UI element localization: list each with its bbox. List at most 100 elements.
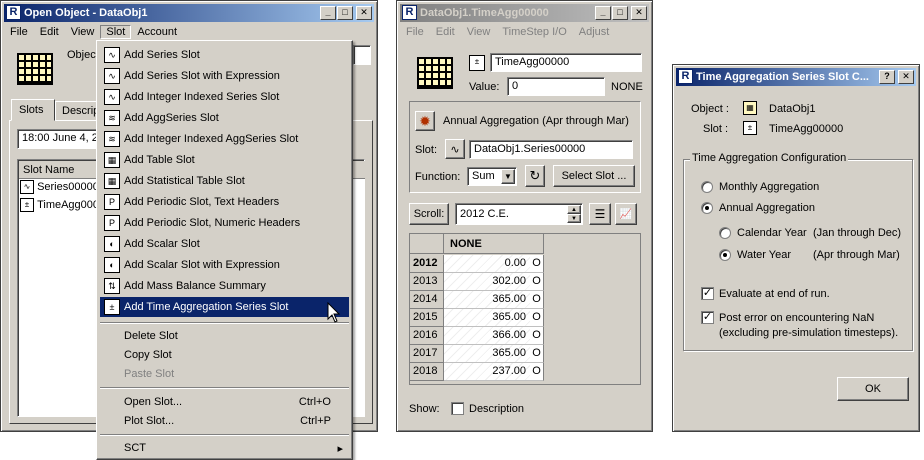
menu-item-add-periodic-slot-text-headers[interactable]: P Add Periodic Slot, Text Headers [100, 192, 349, 212]
dialog-titlebar[interactable]: R Time Aggregation Series Slot C... ? ✕ [676, 68, 916, 86]
function-select[interactable]: Sum ▼ [467, 167, 517, 186]
evaluate-end-of-run-checkbox[interactable]: ✓ [701, 287, 714, 300]
menu-item-add-integer-indexed-series-slot[interactable]: ∿ Add Integer Indexed Series Slot [100, 87, 349, 107]
value-field[interactable]: 0 [507, 77, 605, 96]
tab-description[interactable]: Descrip [55, 101, 101, 121]
menu-item-plot-slot[interactable]: Plot Slot... Ctrl+P [100, 411, 349, 431]
help-icon[interactable]: ? [879, 70, 895, 84]
menu-item-add-series-slot-with-expression[interactable]: ∿ Add Series Slot with Expression [100, 66, 349, 86]
grid-row-header[interactable]: 2012 [410, 255, 444, 273]
tab-slots[interactable]: Slots [11, 99, 55, 121]
close-icon[interactable]: ✕ [356, 6, 372, 20]
annual-aggregation-radio[interactable] [701, 202, 713, 214]
series-icon: ∿ [104, 47, 120, 63]
ok-button[interactable]: OK [837, 377, 909, 401]
list-view-button[interactable]: ☰ [589, 203, 611, 225]
maximize-icon[interactable]: □ [337, 6, 353, 20]
mouse-cursor-icon [327, 302, 341, 323]
close-icon[interactable]: ✕ [898, 70, 914, 84]
scroll-button[interactable]: Scroll: [409, 203, 449, 225]
menu-item-add-time-aggregation-series-slot[interactable]: ± Add Time Aggregation Series Slot [100, 297, 349, 317]
menu-slot[interactable]: Slot [100, 25, 132, 39]
source-slot-field[interactable]: DataObj1.Series00000 [469, 140, 633, 159]
menu-item-add-integer-indexed-aggseries-slot[interactable]: ≋ Add Integer Indexed AggSeries Slot [100, 129, 349, 149]
riverware-logo-icon: R [402, 5, 417, 20]
grid-value-cell[interactable]: 237.00 [444, 363, 530, 381]
select-slot-button[interactable]: Select Slot ... [553, 165, 635, 187]
menu-edit[interactable]: Edit [34, 26, 65, 38]
column-header-label: NONE [450, 238, 482, 250]
menu-account[interactable]: Account [131, 26, 183, 38]
slot-name-field[interactable]: TimeAgg00000 [490, 53, 642, 72]
scalar-expression-icon: ◐ [104, 257, 120, 273]
menu-edit[interactable]: Edit [430, 26, 461, 38]
source-slot-icon-button[interactable]: ∿ [445, 139, 465, 159]
function-label: Function: [415, 171, 461, 183]
calendar-year-radio[interactable] [719, 227, 731, 239]
table-icon: ▦ [104, 152, 120, 168]
minimize-icon[interactable]: _ [320, 6, 336, 20]
water-year-radio[interactable] [719, 249, 731, 261]
menu-file[interactable]: File [4, 26, 34, 38]
menu-item-add-mass-balance-summary[interactable]: ⇅ Add Mass Balance Summary [100, 276, 349, 296]
close-icon[interactable]: ✕ [631, 6, 647, 20]
grid-row-header[interactable]: 2018 [410, 363, 444, 381]
aggregation-description: Annual Aggregation (Apr through Mar) [443, 115, 629, 127]
menu-item-add-statistical-table-slot[interactable]: ▦ Add Statistical Table Slot [100, 171, 349, 191]
grid-value-cell[interactable]: 365.00 [444, 309, 530, 327]
refresh-button[interactable]: ↻ [525, 165, 545, 187]
menu-timestep-io[interactable]: TimeStep I/O [496, 26, 572, 38]
value-label: Value: [469, 81, 500, 93]
post-error-nan-checkbox[interactable]: ✓ [701, 311, 714, 324]
open-object-titlebar[interactable]: R Open Object - DataObj1 _ □ ✕ [4, 4, 374, 22]
menu-item-add-table-slot[interactable]: ▦ Add Table Slot [100, 150, 349, 170]
grid-row-header[interactable]: 2013 [410, 273, 444, 291]
grid-row-header[interactable]: 2016 [410, 327, 444, 345]
plot-view-button[interactable]: 📈 [615, 203, 637, 225]
menu-item-sct[interactable]: SCT ▸ [100, 438, 349, 458]
object-name-field[interactable] [353, 45, 371, 65]
menu-item-add-aggseries-slot[interactable]: ≋ Add AggSeries Slot [100, 108, 349, 128]
menu-item-add-series-slot[interactable]: ∿ Add Series Slot [100, 45, 349, 65]
function-value: Sum [472, 170, 495, 182]
spin-up-icon[interactable]: ▲ [567, 205, 581, 214]
grid-row-header[interactable]: 2014 [410, 291, 444, 309]
menu-adjust[interactable]: Adjust [573, 26, 616, 38]
grid-value-cell[interactable]: 365.00 [444, 345, 530, 363]
configure-gear-button[interactable]: ✹ [415, 111, 435, 131]
menu-item-delete-slot[interactable]: Delete Slot [100, 326, 349, 346]
grid-row-header[interactable]: 2017 [410, 345, 444, 363]
menu-item-add-scalar-slot[interactable]: ◐ Add Scalar Slot [100, 234, 349, 254]
grid-column-header[interactable]: NONE [444, 234, 544, 254]
scroll-date-field[interactable]: 2012 C.E. ▲ ▼ [455, 203, 583, 225]
grid-row-header[interactable]: 2015 [410, 309, 444, 327]
slot-data-grid[interactable]: NONE 2012 0.00 O 2013 302.00 O 2014 365.00 O 2015… [409, 233, 641, 385]
menu-item-label: Add Time Aggregation Series Slot [124, 301, 289, 313]
chevron-down-icon[interactable]: ▼ [501, 169, 515, 184]
menu-view[interactable]: View [65, 26, 101, 38]
menu-item-label: Paste Slot [124, 368, 175, 380]
grid-value-cell[interactable]: 366.00 [444, 327, 530, 345]
menu-item-add-scalar-slot-with-expression[interactable]: ◐ Add Scalar Slot with Expression [100, 255, 349, 275]
menu-item-label: Add Statistical Table Slot [124, 175, 245, 187]
grid-value-cell[interactable]: 365.00 [444, 291, 530, 309]
maximize-icon[interactable]: □ [612, 6, 628, 20]
menu-view[interactable]: View [461, 26, 497, 38]
calendar-year-label: Calendar Year [737, 227, 807, 239]
monthly-aggregation-radio[interactable] [701, 181, 713, 193]
tab-description-label: Descrip [62, 105, 100, 117]
menu-item-label: Add Series Slot [124, 49, 200, 61]
menu-item-add-periodic-slot-numeric-headers[interactable]: P Add Periodic Slot, Numeric Headers [100, 213, 349, 233]
description-checkbox[interactable] [451, 402, 464, 415]
value-value: 0 [512, 80, 519, 92]
slot-window-titlebar[interactable]: R DataObj1.TimeAgg00000 _ □ ✕ [400, 4, 649, 22]
menu-item-open-slot[interactable]: Open Slot... Ctrl+O [100, 392, 349, 412]
menu-file[interactable]: File [400, 26, 430, 38]
grid-value-cell[interactable]: 0.00 [444, 255, 530, 273]
spin-down-icon[interactable]: ▼ [567, 214, 581, 223]
grid-flag-cell: O [530, 345, 544, 363]
menu-item-copy-slot[interactable]: Copy Slot [100, 345, 349, 365]
grid-value-cell[interactable]: 302.00 [444, 273, 530, 291]
minimize-icon[interactable]: _ [595, 6, 611, 20]
menu-item-label: Add Series Slot with Expression [124, 70, 280, 82]
